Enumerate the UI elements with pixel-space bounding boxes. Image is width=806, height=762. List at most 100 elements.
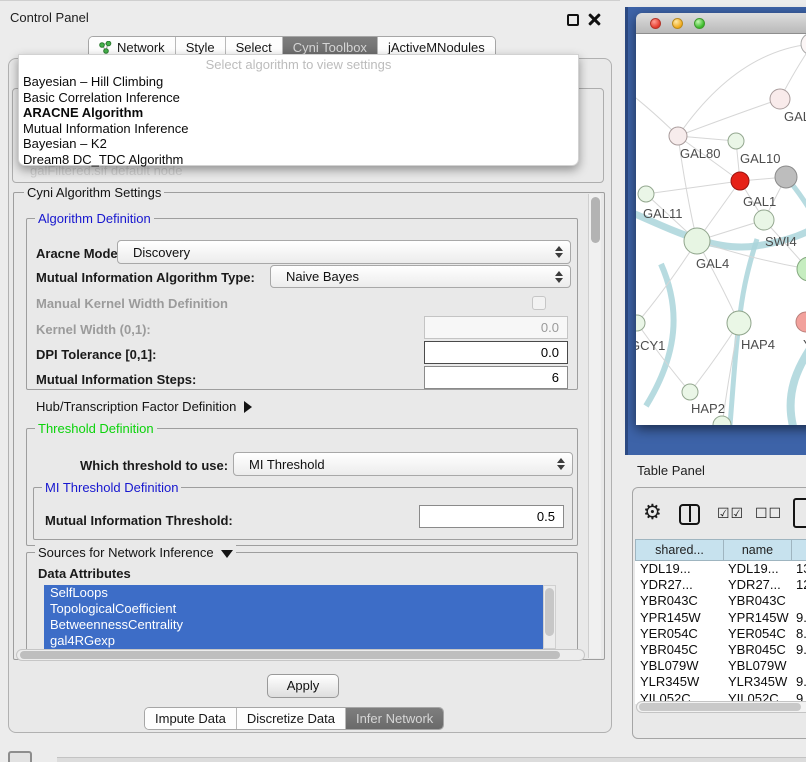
node-label-hap2: HAP2 [691,401,725,416]
node-hap2[interactable] [682,384,698,400]
table-row[interactable]: YBR045CYBR045C9. [635,642,806,658]
kernel-width-field[interactable] [424,316,568,339]
network-view-window[interactable]: GAL80 GAL10 GAL1 GAL11 SWI4 GAL4 GCY1 HA… [636,13,806,425]
table-horizontal-scrollbar-thumb[interactable] [639,703,801,711]
attributes-scrollbar[interactable] [543,585,556,649]
close-icon[interactable] [588,13,601,26]
table-row[interactable]: YER054CYER054C8. [635,626,806,642]
node-label-gcy1: GCY1 [636,338,665,353]
algorithm-option-bayesian-k2[interactable]: Bayesian – K2 [19,136,578,152]
hide-columns-icon[interactable]: ☐☐ [755,505,782,522]
dpi-tolerance-field[interactable] [424,341,568,364]
table-row[interactable]: YPR145WYPR145W9. [635,610,806,626]
mi-algorithm-type-select[interactable]: Naive Bayes [270,265,571,288]
node-gcy1[interactable] [636,315,645,331]
node-table: shared... name YDL19...YDL19...13 YDR27.… [635,539,806,704]
table-row[interactable]: YBR043CYBR043C [635,593,806,609]
list-item-gal4rgexp[interactable]: gal4RGexp [44,633,543,649]
node-hap4[interactable] [727,311,751,335]
combo-stepper-icon [555,246,563,258]
mi-threshold-group-title: MI Threshold Definition [42,480,181,495]
algorithm-option-aracne[interactable]: ARACNE Algorithm [19,105,578,121]
column-header-cut[interactable] [791,539,806,561]
which-threshold-select[interactable]: MI Threshold [233,452,573,476]
list-item-betweennesscentrality[interactable]: BetweennessCentrality [44,617,543,633]
node-swi4[interactable] [797,257,806,281]
tab-impute-data[interactable]: Impute Data [145,708,237,729]
threshold-definition-title: Threshold Definition [35,421,157,436]
settings-horizontal-scrollbar-thumb[interactable] [20,651,560,659]
network-window-titlebar[interactable] [636,13,806,34]
table-header-row: shared... name [635,539,806,561]
float-window-icon[interactable] [567,14,579,26]
zoom-traffic-light-icon[interactable] [694,18,705,29]
node-gray[interactable] [775,166,797,188]
node-red-selected[interactable] [731,172,749,190]
hub-factor-expander[interactable]: Hub/Transcription Factor Definition [36,399,252,414]
mi-steps-field[interactable] [424,366,568,389]
algorithm-dropdown-prompt: Select algorithm to view settings [19,57,578,74]
list-item-selfloops[interactable]: SelfLoops [44,585,543,601]
column-header-name[interactable]: name [723,539,791,561]
table-panel-title: Table Panel [637,463,705,478]
attributes-scrollbar-thumb[interactable] [545,588,554,636]
algorithm-dropdown: Select algorithm to view settings Bayesi… [18,54,579,166]
table-panel-window: ⚙ ☑☑ ☐☐ shared... name YDL19...YDL19...1… [632,487,806,739]
mi-threshold-field[interactable] [419,505,564,528]
table-row[interactable]: YDL19...YDL19...13 [635,561,806,577]
table-panel-region: Table Panel ⚙ ☑☑ ☐☐ shared... name YDL19… [625,455,806,762]
status-bar [57,757,806,762]
node-label-gal4: GAL4 [696,256,729,271]
close-traffic-light-icon[interactable] [650,18,661,29]
settings-horizontal-scrollbar[interactable] [16,649,585,661]
cyni-mode-tab-bar: Impute Data Discretize Data Infer Networ… [144,707,444,730]
table-horizontal-scrollbar[interactable] [636,701,806,713]
sources-group-title[interactable]: Sources for Network Inference [35,545,236,560]
mi-algorithm-type-label: Mutual Information Algorithm Type: [36,270,255,285]
columns-icon[interactable] [679,504,700,525]
show-columns-icon[interactable]: ☑☑ [717,505,744,522]
node-label-gal11: GAL11 [643,206,683,221]
network-graph: GAL80 GAL10 GAL1 GAL11 SWI4 GAL4 GCY1 HA… [636,34,806,425]
tab-network-label: Network [117,40,165,55]
table-row[interactable]: YDR27...YDR27...12 [635,577,806,593]
algorithm-option-bayesian-hill-climbing[interactable]: Bayesian – Hill Climbing [19,74,578,90]
node-label-gal10: GAL10 [740,151,780,166]
manual-kernel-width-label: Manual Kernel Width Definition [36,296,228,311]
manual-kernel-width-checkbox[interactable] [532,296,546,310]
node-label-gal-cut: GAL [784,109,806,124]
data-attributes-label: Data Attributes [38,566,131,581]
list-item-topologicalcoefficient[interactable]: TopologicalCoefficient [44,601,543,617]
settings-scrollbar[interactable] [588,194,601,658]
node-gal-cut[interactable] [770,89,790,109]
node-label-hap4: HAP4 [741,337,775,352]
data-attributes-list: SelfLoops TopologicalCoefficient Between… [44,585,556,649]
minimized-panel-icon[interactable] [8,751,32,762]
tab-discretize-data[interactable]: Discretize Data [237,708,346,729]
control-panel-titlebar: Control Panel [0,0,620,30]
network-icon [99,41,112,54]
aracne-mode-select[interactable]: Discovery [117,240,571,264]
export-table-icon[interactable] [793,498,806,528]
column-header-shared-name[interactable]: shared... [635,539,723,561]
minimize-traffic-light-icon[interactable] [672,18,683,29]
control-panel-title: Control Panel [10,10,89,25]
table-row[interactable]: YBL079WYBL079W [635,658,806,674]
node-unlabeled-top[interactable] [801,34,806,55]
settings-scrollbar-thumb[interactable] [591,197,600,243]
tab-infer-network[interactable]: Infer Network [346,708,443,729]
gear-icon[interactable]: ⚙ [643,500,662,525]
network-canvas[interactable]: GAL80 GAL10 GAL1 GAL11 SWI4 GAL4 GCY1 HA… [636,34,806,425]
node-gal10[interactable] [728,133,744,149]
apply-button[interactable]: Apply [267,674,339,698]
node-gal4[interactable] [684,228,710,254]
table-row[interactable]: YLR345WYLR345W9. [635,674,806,690]
algorithm-option-mutual-information[interactable]: Mutual Information Inference [19,121,578,137]
node-salmon[interactable] [796,312,806,332]
node-gal11[interactable] [638,186,654,202]
algorithm-option-basic-correlation[interactable]: Basic Correlation Inference [19,90,578,106]
algorithm-option-dream8[interactable]: Dream8 DC_TDC Algorithm [19,152,578,168]
node-label-gal80: GAL80 [680,146,720,161]
node-gal80[interactable] [669,127,687,145]
node-gal1[interactable] [754,210,774,230]
